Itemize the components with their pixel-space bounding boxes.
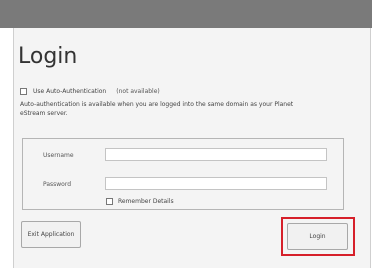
- remember-checkbox[interactable]: [106, 198, 113, 205]
- auto-auth-status: (not available): [116, 88, 160, 95]
- password-label: Password: [43, 181, 72, 188]
- username-label: Username: [43, 152, 74, 159]
- username-input[interactable]: [105, 148, 327, 161]
- remember-label: Remember Details: [118, 198, 174, 205]
- auto-auth-row: Use Auto-Authentication (not available): [20, 88, 160, 95]
- page-title: Login: [18, 44, 78, 69]
- exit-application-button[interactable]: Exit Application: [21, 221, 81, 248]
- auto-auth-label: Use Auto-Authentication: [33, 88, 107, 95]
- auto-auth-checkbox[interactable]: [20, 88, 27, 95]
- remember-row: Remember Details: [106, 198, 174, 205]
- password-input[interactable]: [105, 177, 327, 190]
- credentials-box: Username Password Remember Details: [22, 138, 344, 210]
- login-highlight-box: [281, 217, 355, 256]
- auto-auth-description: Auto-authentication is available when yo…: [20, 101, 294, 117]
- top-bar: [0, 0, 372, 28]
